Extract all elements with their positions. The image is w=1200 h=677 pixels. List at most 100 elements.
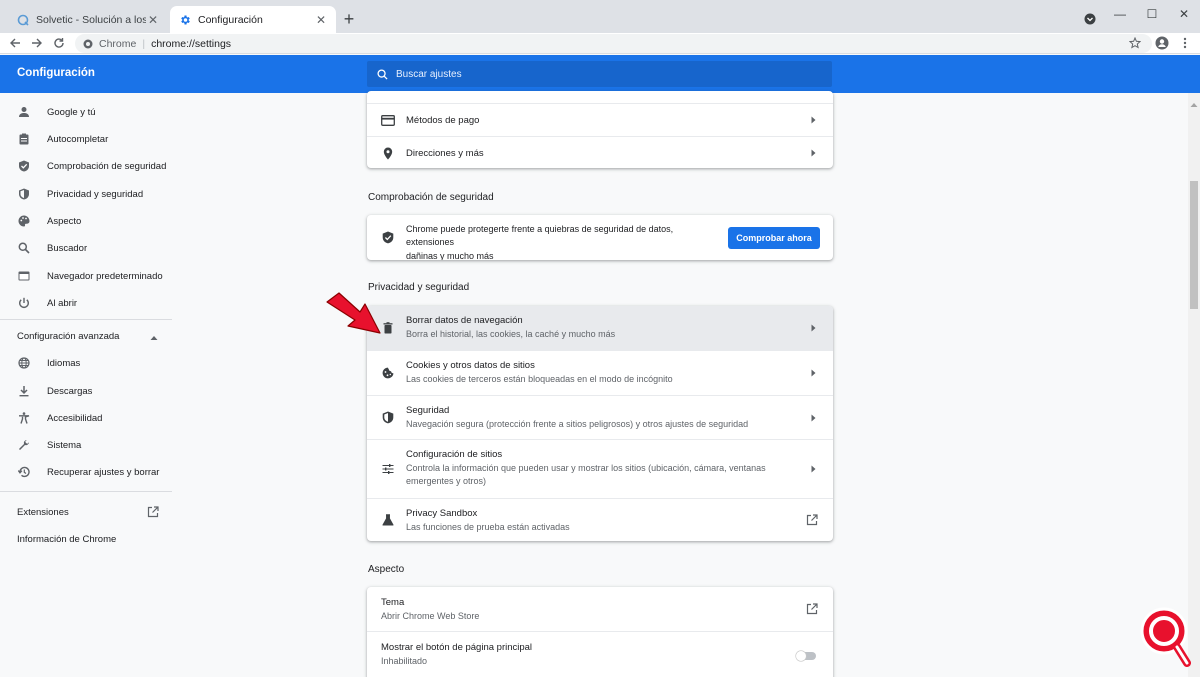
omnibox-url: chrome://settings	[151, 37, 232, 50]
browser-icon	[18, 270, 30, 282]
sidebar-item-about[interactable]: Información de Chrome	[17, 534, 116, 545]
site-settings-row[interactable]: Configuración de sitios Controla la info…	[367, 439, 833, 498]
profile-avatar-icon[interactable]	[1153, 34, 1171, 52]
sidebar-item-label: Comprobación de seguridad	[47, 160, 167, 172]
bookmark-star-icon[interactable]	[1126, 34, 1144, 52]
sidebar-item-default-browser[interactable]: Navegador predeterminado	[0, 265, 172, 287]
chevron-right-icon	[809, 149, 817, 157]
search-icon	[18, 242, 30, 254]
open-external-icon	[147, 506, 159, 521]
tab-title: Configuración	[198, 13, 263, 26]
reload-icon[interactable]	[50, 34, 68, 52]
scrollbar-thumb[interactable]	[1190, 181, 1198, 309]
advanced-label: Configuración avanzada	[17, 331, 120, 342]
row-title: Mostrar el botón de página principal	[381, 642, 533, 653]
sliders-icon	[381, 462, 395, 476]
tab-solvetic[interactable]: Solvetic - Solución a los problem ✕	[8, 6, 168, 33]
close-tab-icon[interactable]: ✕	[146, 13, 160, 27]
row-title: Configuración de sitios	[406, 449, 503, 460]
search-input[interactable]	[396, 68, 796, 80]
person-icon	[18, 106, 30, 118]
chrome-logo-icon	[83, 39, 93, 49]
row-title: Direcciones y más	[406, 147, 484, 159]
chevron-right-icon	[809, 116, 817, 124]
download-icon	[18, 385, 30, 397]
check-now-button[interactable]: Comprobar ahora	[728, 227, 820, 249]
shield-icon	[381, 411, 395, 425]
sidebar-advanced-toggle[interactable]: Configuración avanzada	[17, 331, 167, 342]
sidebar-divider	[0, 319, 172, 320]
sidebar-item-extensions[interactable]: Extensiones	[17, 506, 167, 521]
minimize-button[interactable]: —	[1110, 4, 1130, 24]
sidebar-item-autofill[interactable]: Autocompletar	[0, 128, 172, 150]
sidebar-item-system[interactable]: Sistema	[0, 434, 172, 456]
red-arrow-icon	[326, 292, 381, 334]
new-tab-button[interactable]: +	[339, 9, 359, 29]
sidebar-item-label: Buscador	[47, 242, 88, 254]
maximize-button[interactable]: ☐	[1142, 4, 1162, 24]
search-icon	[377, 68, 388, 80]
sidebar-item-accessibility[interactable]: Accesibilidad	[0, 407, 172, 429]
location-pin-icon	[381, 146, 395, 160]
back-arrow-icon[interactable]	[6, 34, 24, 52]
theme-row[interactable]: Tema Abrir Chrome Web Store	[367, 587, 833, 631]
sidebar-item-label: Al abrir	[47, 297, 78, 309]
open-external-icon[interactable]	[805, 602, 819, 616]
sidebar-item-appearance[interactable]: Aspecto	[0, 210, 172, 232]
search-box[interactable]	[367, 61, 832, 87]
menu-dots-icon[interactable]	[1176, 34, 1194, 52]
scrollbar[interactable]	[1188, 93, 1200, 677]
omnibox-origin: Chrome	[99, 37, 137, 50]
flask-icon	[381, 513, 395, 527]
safety-check-text-line1: Chrome puede protegerte frente a quiebra…	[406, 224, 674, 247]
sidebar-divider	[0, 491, 172, 492]
row-title: Tema	[381, 597, 405, 608]
payment-methods-row[interactable]: Métodos de pago	[367, 103, 833, 136]
settings-header: Configuración	[0, 55, 1200, 93]
security-row[interactable]: Seguridad Navegación segura (protección …	[367, 395, 833, 439]
sidebar-item-label: Idiomas	[47, 357, 81, 369]
row-subtitle: Inhabilitado	[381, 656, 428, 666]
browser-toolbar: Chrome | chrome://settings	[0, 33, 1200, 54]
close-tab-icon[interactable]: ✕	[314, 13, 328, 27]
credit-card-icon	[381, 113, 395, 127]
sidebar-item-on-startup[interactable]: Al abrir	[0, 292, 172, 314]
sidebar-item-downloads[interactable]: Descargas	[0, 380, 172, 402]
power-icon	[18, 297, 30, 309]
open-external-icon[interactable]	[805, 513, 819, 527]
address-bar[interactable]: Chrome | chrome://settings	[75, 34, 1152, 53]
tab-search-icon[interactable]	[1080, 9, 1100, 29]
home-button-toggle[interactable]	[795, 649, 817, 662]
sidebar-item-reset[interactable]: Recuperar ajustes y borrar	[0, 461, 172, 483]
privacy-sandbox-row[interactable]: Privacy Sandbox Las funciones de prueba …	[367, 498, 833, 541]
shield-check-icon	[18, 160, 30, 172]
sidebar-item-search-engine[interactable]: Buscador	[0, 237, 172, 259]
row-title: Cookies y otros datos de sitios	[406, 360, 535, 371]
shield-icon	[18, 188, 30, 200]
home-button-row: Mostrar el botón de página principal Inh…	[367, 631, 833, 677]
sidebar-item-languages[interactable]: Idiomas	[0, 352, 172, 374]
chevron-right-icon	[809, 369, 817, 377]
scroll-up-arrow-icon[interactable]	[1190, 95, 1198, 113]
sidebar-item-safety-check[interactable]: Comprobación de seguridad	[0, 155, 172, 177]
row-subtitle: Abrir Chrome Web Store	[381, 611, 480, 621]
solvetic-logo-icon	[1140, 607, 1191, 667]
forward-arrow-icon[interactable]	[28, 34, 46, 52]
sidebar-item-label: Aspecto	[47, 215, 82, 227]
tab-configuracion[interactable]: Configuración ✕	[170, 6, 336, 33]
autofill-card: Métodos de pago Direcciones y más	[367, 91, 833, 168]
clear-browsing-data-row[interactable]: Borrar datos de navegación Borra el hist…	[367, 306, 833, 350]
trash-icon	[381, 321, 395, 335]
clipboard-icon	[18, 133, 30, 145]
row-subtitle: Las cookies de terceros están bloqueadas…	[406, 374, 673, 384]
sidebar: Google y tú Autocompletar Comprobación d…	[0, 93, 172, 677]
cookies-row[interactable]: Cookies y otros datos de sitios Las cook…	[367, 350, 833, 395]
sidebar-item-privacy[interactable]: Privacidad y seguridad	[0, 183, 172, 205]
addresses-row[interactable]: Direcciones y más	[367, 136, 833, 168]
wrench-icon	[18, 439, 30, 451]
sidebar-item-google[interactable]: Google y tú	[0, 101, 172, 123]
sidebar-item-label: Accesibilidad	[47, 412, 103, 424]
appearance-heading: Aspecto	[368, 564, 405, 575]
safety-check-text-line2: dañinas y mucho más	[406, 251, 494, 260]
close-window-button[interactable]: ✕	[1174, 4, 1194, 24]
